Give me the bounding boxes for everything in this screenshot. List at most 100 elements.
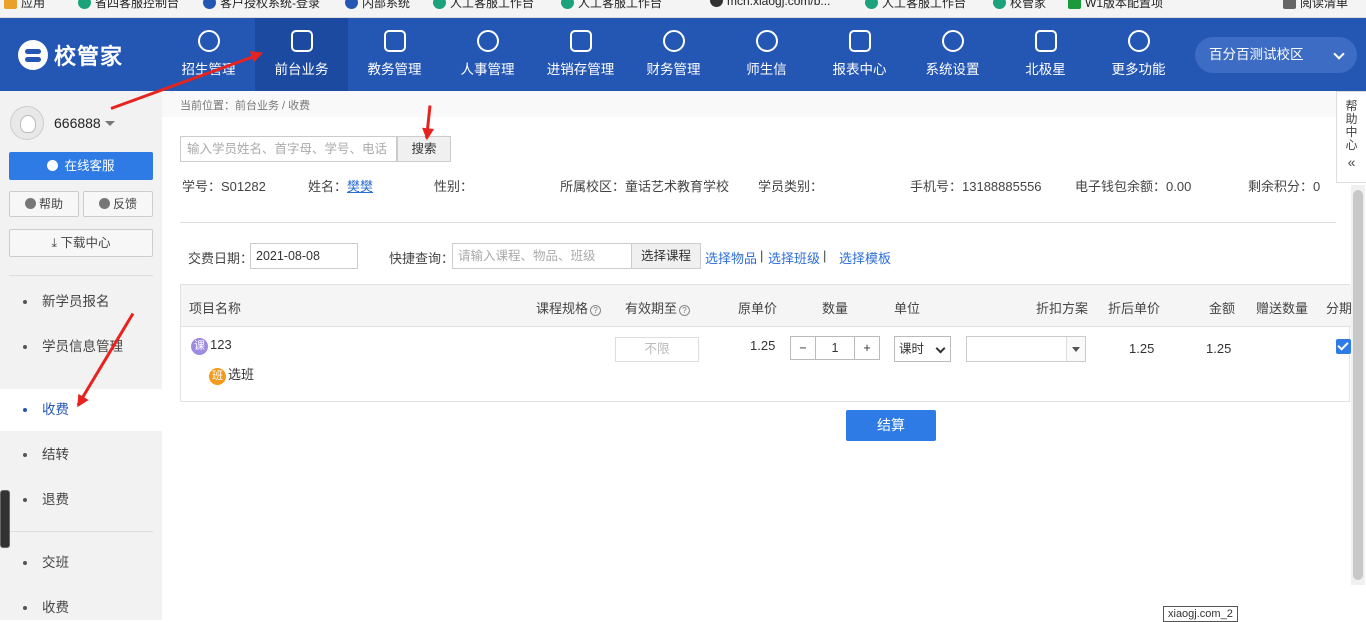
logo[interactable]: 校管家 [18, 38, 123, 72]
breadcrumb-bar [162, 91, 1336, 117]
nav-front-desk[interactable]: 前台业务 [255, 18, 348, 91]
bookmark-icon [865, 0, 878, 9]
bookmark-icon [1068, 0, 1081, 9]
discount-select[interactable] [966, 336, 1086, 362]
nav-polaris[interactable]: 北极星 [999, 18, 1092, 91]
amount-value: 1.25 [1206, 341, 1232, 356]
divider [180, 222, 1336, 223]
breadcrumb: 当前位置：前台业务 / 收费 [180, 100, 311, 112]
col-quantity: 数量 [822, 301, 849, 316]
page-scrollbar[interactable] [1351, 185, 1365, 585]
bookmark-reading-list[interactable]: 阅读清单 [1283, 0, 1348, 11]
person-icon [476, 30, 499, 52]
left-scroll-handle[interactable] [0, 490, 10, 548]
bookmark-item[interactable]: 客户授权系统-登录 [203, 0, 320, 11]
select-goods-link[interactable]: 选择物品 [705, 248, 757, 267]
select-course-button[interactable]: 选择课程 [631, 243, 701, 269]
logo-icon [18, 40, 48, 70]
charge-items-table: 项目名称 课程规格? 有效期至? 原单价 数量 单位 折扣方案 折后单价 金额 … [180, 284, 1352, 402]
sidebar-item-transfer[interactable]: 结转 [0, 434, 162, 476]
quantity-input[interactable]: 1 [815, 337, 855, 359]
student-id: 学号：S01282 [182, 179, 266, 194]
bookmark-icon [203, 0, 216, 9]
chat-bubble-icon [47, 160, 59, 171]
comment-icon [98, 198, 110, 209]
nav-recruitment[interactable]: 招生管理 [162, 18, 255, 91]
quick-search-input[interactable] [452, 243, 632, 269]
sidebar-item-refund[interactable]: 退费 [0, 479, 162, 521]
nav-reports[interactable]: 报表中心 [813, 18, 906, 91]
divider [9, 275, 153, 276]
bookmark-item[interactable]: 校管家 [993, 0, 1046, 11]
divider [9, 531, 153, 532]
sidebar-item-student-info[interactable]: 学员信息管理 [0, 326, 162, 368]
student-phone: 手机号：13188885556 [910, 179, 1042, 194]
course-badge-icon: 课 [191, 338, 208, 355]
nav-academic[interactable]: 教务管理 [348, 18, 441, 91]
user-menu[interactable]: 666888 [10, 106, 115, 140]
collapse-icon[interactable]: « [1337, 155, 1366, 169]
bookmark-apps[interactable]: 应用 [4, 0, 45, 11]
quantity-increase-button[interactable]: + [855, 337, 879, 359]
question-icon [24, 198, 36, 209]
help-question-icon[interactable]: ? [590, 305, 602, 316]
bookmark-icon [433, 0, 446, 9]
help-center-tab[interactable]: 帮助中心 « [1336, 91, 1366, 183]
sidebar-item-cut-off[interactable]: 收费 [0, 587, 162, 620]
bookmark-item[interactable]: W1版本配置项 [1068, 0, 1163, 11]
nav-more[interactable]: 更多功能 [1092, 18, 1185, 91]
help-center-label: 帮助中心 [1345, 99, 1358, 152]
more-icon [1127, 30, 1150, 52]
chat-icon [755, 30, 778, 52]
bookmark-item[interactable]: 人工客服工作台 [433, 0, 534, 11]
student-name: 姓名：樊樊 [308, 179, 374, 194]
select-template-link[interactable]: 选择模板 [839, 248, 891, 267]
nav-inventory[interactable]: 进销存管理 [534, 18, 627, 91]
course-item: 课 123 [191, 337, 232, 355]
apps-grid-icon [4, 0, 17, 9]
campus-selector[interactable]: 百分百测试校区 [1195, 37, 1357, 73]
username: 666888 [54, 115, 101, 131]
help-button[interactable]: 帮助 [9, 191, 79, 217]
sidebar-item-new-enrollment[interactable]: 新学员报名 [0, 281, 162, 323]
nav-hr[interactable]: 人事管理 [441, 18, 534, 91]
link-separator: | [823, 248, 827, 263]
bookmark-item[interactable]: 人工客服工作台 [561, 0, 662, 11]
help-question-icon[interactable]: ? [679, 305, 691, 316]
nav-finance[interactable]: 财务管理 [627, 18, 720, 91]
bookmark-item[interactable]: 省四客服控制台 [78, 0, 179, 11]
discounted-price-value: 1.25 [1129, 341, 1155, 356]
main-content: 当前位置：前台业务 / 收费 搜索 学号：S01282 姓名：樊樊 性别： 所属… [162, 91, 1366, 620]
quick-search-label: 快捷查询： [389, 251, 455, 266]
bookmark-icon [710, 0, 723, 7]
inventory-icon [569, 30, 592, 52]
col-unit-price: 原单价 [738, 301, 778, 316]
bookmarks-bar: 应用 省四客服控制台 客户授权系统-登录 内部系统 人工客服工作台 人工客服工作… [0, 0, 1366, 18]
select-class-link[interactable]: 选择班级 [768, 248, 820, 267]
col-amount: 金额 [1209, 301, 1236, 316]
bookmark-item[interactable]: mch.xiaogj.com/b... [710, 0, 830, 8]
sidebar-item-shift-handover[interactable]: 交班 [0, 542, 162, 584]
scrollbar-thumb[interactable] [1353, 190, 1363, 580]
settle-button[interactable]: 结算 [846, 410, 936, 441]
student-campus: 所属校区：童话艺术教育学校 [560, 179, 730, 194]
quantity-decrease-button[interactable]: − [791, 337, 815, 359]
unit-price-value: 1.25 [750, 338, 776, 353]
student-search-input[interactable] [180, 136, 397, 162]
col-gift-quantity: 赠送数量 [1256, 301, 1309, 316]
bookmark-item[interactable]: 内部系统 [345, 0, 410, 11]
student-name-link[interactable]: 樊樊 [347, 179, 373, 194]
nav-settings[interactable]: 系统设置 [906, 18, 999, 91]
valid-until-field[interactable]: 不限 [615, 337, 699, 362]
unit-select[interactable]: 课时 [894, 336, 951, 362]
payment-date-label: 交费日期： [188, 251, 254, 266]
online-service-button[interactable]: 在线客服 [9, 152, 153, 180]
select-class-item[interactable]: 班选班 [209, 364, 254, 385]
desk-icon [290, 30, 313, 52]
bookmark-item[interactable]: 人工客服工作台 [865, 0, 966, 11]
payment-date-input[interactable]: 2021-08-08 [250, 243, 358, 269]
download-center-button[interactable]: ⤓ 下载中心 [9, 229, 153, 257]
nav-teacher-student-chat[interactable]: 师生信 [720, 18, 813, 91]
feedback-button[interactable]: 反馈 [83, 191, 153, 217]
installment-checkbox[interactable] [1336, 339, 1351, 354]
